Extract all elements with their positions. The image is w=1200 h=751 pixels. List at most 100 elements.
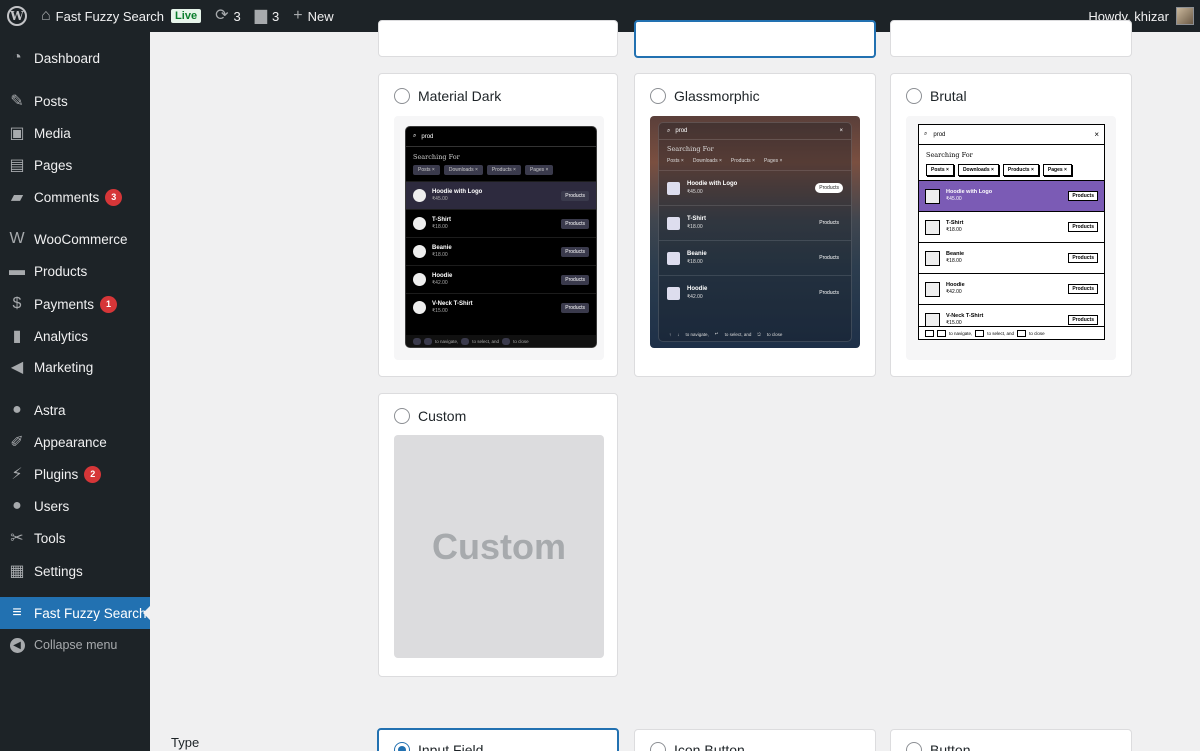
home-icon: ⌂	[41, 7, 51, 24]
chip: Posts ×	[667, 158, 684, 164]
collapse-menu-button[interactable]: ◀ Collapse menu	[0, 629, 150, 661]
type-card-icon-button[interactable]: Icon Button	[634, 729, 876, 751]
list-item: Beanie ₹18.00 Products	[659, 240, 851, 275]
brush-icon: ✐	[10, 434, 24, 451]
chip: Products ×	[1002, 164, 1039, 176]
ffs-icon: ≡	[12, 604, 22, 621]
chart-icon: ▮	[12, 328, 22, 345]
theme-card-brutal[interactable]: Brutal ⌕ prod × Searching For Posts × Down…	[890, 73, 1132, 377]
preview-footer: to navigate, to select, and to close	[919, 326, 1104, 339]
astra-icon: ●	[12, 401, 22, 418]
user-icon: ●	[12, 497, 22, 514]
comments-link[interactable]: ▆ 3	[248, 0, 287, 32]
dollar-icon: $	[12, 295, 22, 312]
theme-card-custom[interactable]: Custom Custom	[378, 393, 618, 677]
chip: Downloads ×	[692, 158, 722, 164]
theme-card-material-dark[interactable]: Material Dark ⌕ prod Searching For Posts …	[378, 73, 618, 377]
sidebar-item-astra[interactable]: ● Astra	[0, 394, 150, 426]
sidebar-item-tools[interactable]: ✂ Tools	[0, 522, 150, 554]
glassmorphic-preview: ⌕ prod × Searching For Posts × Downloads ×…	[650, 116, 860, 348]
search-icon: ⌕	[924, 131, 928, 137]
sidebar-item-payments[interactable]: $ Payments 1	[0, 288, 150, 320]
list-item: Hoodie with Logo ₹45.00 Products	[406, 181, 596, 209]
comment-icon: ▰	[10, 189, 24, 206]
new-content-link[interactable]: + New	[286, 0, 340, 32]
list-item: Hoodie with Logo ₹45.00 Products	[659, 170, 851, 205]
close-icon: ×	[839, 128, 843, 134]
sidebar-item-users[interactable]: ● Users	[0, 490, 150, 522]
button-radio[interactable]	[906, 742, 922, 751]
icon-button-radio[interactable]	[650, 742, 666, 751]
archive-icon: ▬	[9, 262, 25, 279]
preview-footer: ↑ ↓ to navigate, ↵ to select, and ⎋ to close	[669, 331, 783, 337]
pages-icon: ▤	[9, 157, 25, 174]
chip: Downloads ×	[957, 164, 999, 176]
plug-icon: ⚡	[11, 466, 23, 483]
sidebar-item-comments[interactable]: ▰ Comments 3	[0, 181, 150, 213]
sidebar-item-posts[interactable]: ✎ Posts	[0, 85, 150, 117]
wp-logo-button[interactable]: W	[0, 0, 34, 32]
list-item: T-Shirt ₹18.00 Products	[919, 211, 1104, 242]
glassmorphic-radio[interactable]	[650, 88, 666, 104]
wrench-icon: ✂	[10, 530, 24, 547]
sidebar-item-settings[interactable]: ▦ Settings	[0, 555, 150, 587]
search-icon: ⌕	[667, 127, 671, 134]
sidebar-item-dashboard[interactable]: ◔ Dashboard	[0, 42, 150, 74]
theme-card-glassmorphic[interactable]: Glassmorphic ⌕ prod × Searching For Posts …	[634, 73, 876, 377]
chip: Pages ×	[524, 165, 554, 175]
sidebar-item-marketing[interactable]: ◀ Marketing	[0, 351, 150, 383]
list-item: Beanie ₹18.00 Products	[406, 237, 596, 265]
sidebar-item-products[interactable]: ▬ Products	[0, 255, 150, 287]
material-dark-preview: ⌕ prod Searching For Posts × Downloads × …	[394, 116, 604, 360]
media-icon: ▣	[9, 125, 25, 142]
admin-sidebar: ◔ Dashboard ✎ Posts ▣ Media ▤ Pages ▰ Comment…	[0, 32, 150, 751]
material-dark-label: Material Dark	[418, 88, 502, 104]
list-item: Hoodie with Logo ₹45.00 Products	[919, 180, 1104, 211]
close-icon: ×	[1094, 130, 1099, 139]
list-item: V-Neck T-Shirt ₹15.00 Products	[406, 293, 596, 321]
chip: Downloads ×	[443, 165, 483, 175]
sidebar-item-pages[interactable]: ▤ Pages	[0, 149, 150, 181]
updates-link[interactable]: ⟳ 3	[208, 0, 248, 32]
brutal-preview: ⌕ prod × Searching For Posts × Downloads ×…	[906, 116, 1116, 360]
chip: Pages ×	[763, 158, 783, 164]
type-card-button[interactable]: Button	[890, 729, 1132, 751]
plugins-count-badge: 2	[84, 465, 102, 483]
brutal-radio[interactable]	[906, 88, 922, 104]
type-card-input-field[interactable]: Input Field	[377, 728, 619, 751]
chip: Products ×	[730, 158, 755, 164]
comment-bubble-icon: ▆	[254, 7, 268, 24]
plus-icon: +	[293, 7, 303, 24]
search-icon: ⌕	[413, 133, 417, 139]
list-item: Hoodie ₹42.00 Products	[919, 273, 1104, 304]
theme-card-partial-2[interactable]	[634, 20, 876, 58]
collapse-icon: ◀	[9, 637, 25, 653]
theme-card-partial-1[interactable]	[378, 20, 618, 57]
preview-footer: to navigate, to select, and to close	[406, 335, 596, 347]
payments-count-badge: 1	[100, 295, 118, 313]
site-name-link[interactable]: ⌂ Fast Fuzzy Search Live	[34, 0, 208, 32]
custom-label: Custom	[418, 408, 467, 424]
input-field-radio[interactable]	[394, 742, 410, 751]
sidebar-item-plugins[interactable]: ⚡ Plugins 2	[0, 458, 150, 490]
custom-placeholder: Custom	[394, 435, 604, 658]
custom-radio[interactable]	[394, 408, 410, 424]
chip: Products ×	[486, 165, 521, 175]
list-item: T-Shirt ₹18.00 Products	[659, 205, 851, 240]
chip: Posts ×	[926, 164, 954, 176]
sidebar-item-analytics[interactable]: ▮ Analytics	[0, 320, 150, 352]
brutal-label: Brutal	[930, 88, 967, 104]
comments-count-badge: 3	[105, 188, 123, 206]
list-item: Beanie ₹18.00 Products	[919, 242, 1104, 273]
sidebar-item-fast-fuzzy-search[interactable]: ≡ Fast Fuzzy Search	[0, 597, 150, 629]
type-section-label: Type	[171, 735, 200, 750]
list-item: T-Shirt ₹18.00 Products	[406, 209, 596, 237]
sidebar-item-appearance[interactable]: ✐ Appearance	[0, 426, 150, 458]
material-dark-radio[interactable]	[394, 88, 410, 104]
sidebar-item-media[interactable]: ▣ Media	[0, 117, 150, 149]
megaphone-icon: ◀	[10, 359, 24, 376]
avatar	[1176, 7, 1194, 25]
chip: Pages ×	[1042, 164, 1072, 176]
theme-card-partial-3[interactable]	[890, 20, 1132, 57]
sidebar-item-woocommerce[interactable]: W WooCommerce	[0, 223, 150, 255]
